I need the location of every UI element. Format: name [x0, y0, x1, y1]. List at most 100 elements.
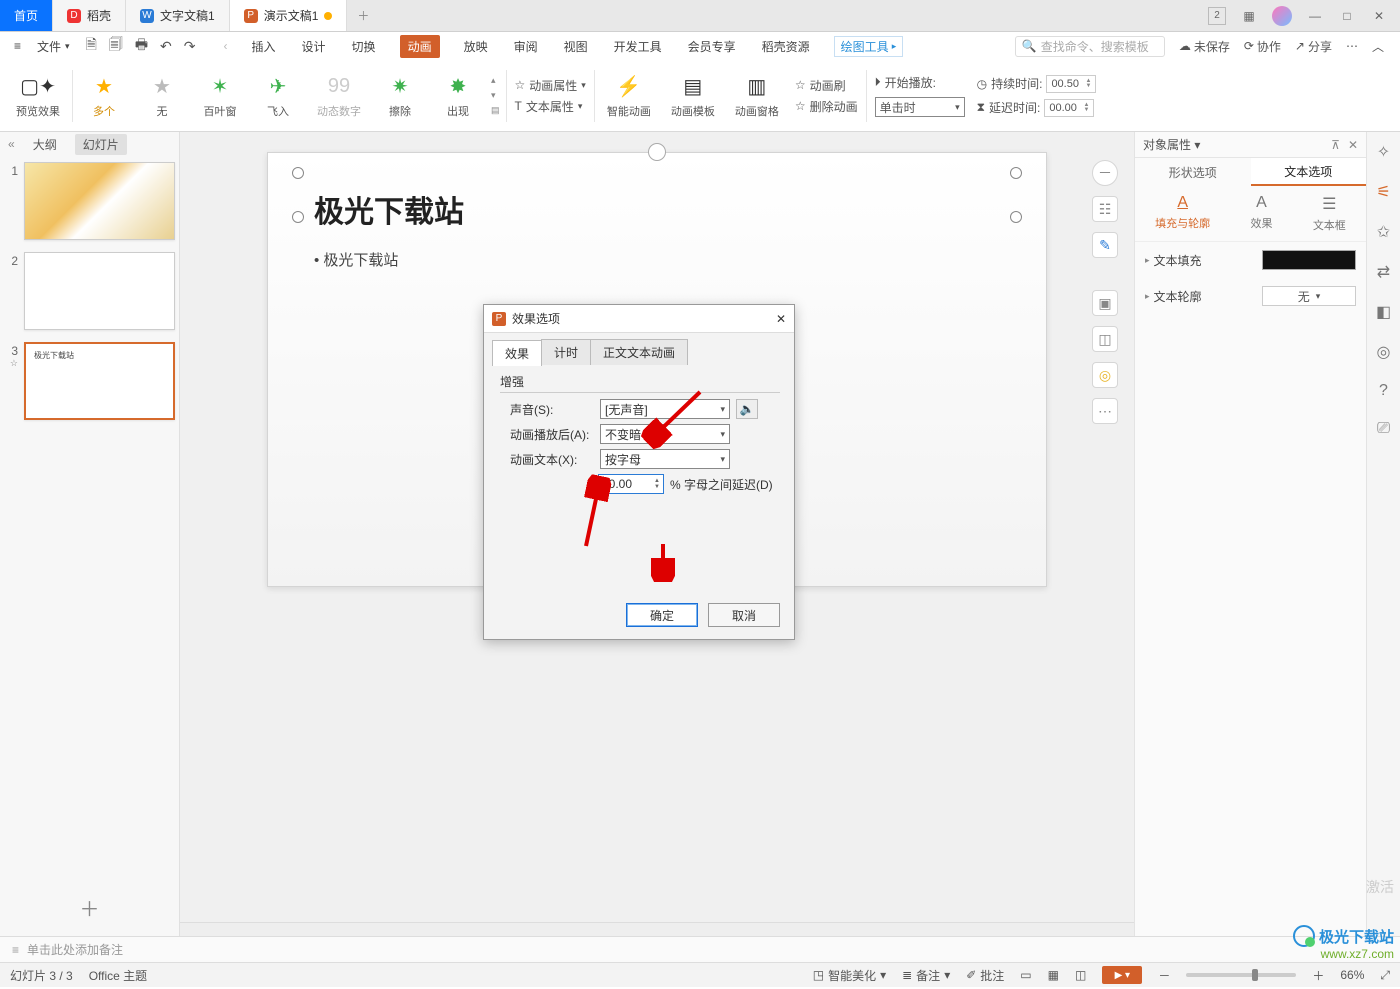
- maximize-button[interactable]: □: [1338, 7, 1356, 25]
- subtab-textbox[interactable]: ☰文本框: [1313, 194, 1346, 233]
- avatar[interactable]: [1272, 6, 1292, 26]
- pen-icon[interactable]: ✎: [1092, 232, 1118, 258]
- ribbon-gallery-more[interactable]: ▴▾▤: [487, 60, 504, 131]
- horizontal-scrollbar[interactable]: [180, 922, 1134, 936]
- strip-palette-icon[interactable]: ◧: [1376, 302, 1391, 322]
- outline-select[interactable]: 无 ▾: [1262, 286, 1356, 306]
- view-sorter-icon[interactable]: ▦: [1048, 968, 1059, 982]
- print-icon[interactable]: 🖶: [135, 34, 148, 58]
- ribbon-preview[interactable]: ▢✦ 预览效果: [6, 60, 70, 131]
- text-outline-row[interactable]: ▸文本轮廓 无 ▾: [1145, 286, 1356, 306]
- subtab-effects[interactable]: A效果: [1250, 194, 1272, 233]
- notes-bar[interactable]: ≡ 单击此处添加备注: [0, 936, 1400, 962]
- strip-star-icon[interactable]: ✩: [1377, 222, 1390, 242]
- ribbon-anim-pane[interactable]: ▥ 动画窗格: [725, 60, 789, 131]
- coop-button[interactable]: ⟳协作: [1244, 38, 1281, 55]
- view-reading-icon[interactable]: ◫: [1075, 968, 1086, 982]
- dlg-tab-effect[interactable]: 效果: [492, 340, 542, 366]
- menu-design[interactable]: 设计: [300, 36, 328, 57]
- anim-painter[interactable]: ☆动画刷: [795, 77, 858, 94]
- slide-bullet[interactable]: 极光下载站: [314, 249, 398, 270]
- ribbon-anim-dynnum[interactable]: 99 动态数字: [307, 60, 371, 131]
- duration-input[interactable]: 00.50▲▼: [1046, 75, 1096, 93]
- tab-word-doc[interactable]: W 文字文稿1: [126, 0, 230, 31]
- view-normal-icon[interactable]: ▭: [1020, 968, 1031, 982]
- menu-dev[interactable]: 开发工具: [612, 36, 664, 57]
- unsaved-indicator[interactable]: ☁未保存: [1179, 38, 1230, 55]
- redo-icon[interactable]: ↷: [184, 38, 196, 55]
- fit-icon[interactable]: ⤢: [1380, 968, 1390, 983]
- layers-icon[interactable]: ☷: [1092, 196, 1118, 222]
- more-tools-icon[interactable]: ⋯: [1092, 398, 1118, 424]
- thumb-3[interactable]: 极光下载站: [24, 342, 175, 420]
- ribbon-anim-appear[interactable]: ✸ 出现: [429, 60, 487, 131]
- ribbon-anim-wipe[interactable]: ✷ 擦除: [371, 60, 429, 131]
- collapse-ribbon-icon[interactable]: ︿: [1372, 38, 1384, 55]
- menu-resource[interactable]: 稻壳资源: [760, 36, 812, 57]
- ribbon-anim-flyin[interactable]: ✈ 飞入: [249, 60, 307, 131]
- tab-presentation[interactable]: P 演示文稿1: [230, 0, 348, 31]
- badge-icon[interactable]: 2: [1208, 7, 1226, 25]
- thumb-1[interactable]: [24, 162, 175, 240]
- slides-tab[interactable]: 幻灯片: [75, 134, 127, 155]
- pin-icon[interactable]: ⊼: [1331, 138, 1340, 152]
- ribbon-anim-templates[interactable]: ▤ 动画模板: [661, 60, 725, 131]
- tab-shape-options[interactable]: 形状选项: [1135, 158, 1251, 186]
- hamburger-icon[interactable]: ≡: [8, 37, 27, 55]
- menu-view[interactable]: 视图: [562, 36, 590, 57]
- idea-icon[interactable]: ◎: [1092, 362, 1118, 388]
- slide-title[interactable]: 极光下载站: [314, 187, 464, 231]
- print-preview-icon[interactable]: 🗐: [109, 34, 123, 58]
- strip-help-icon[interactable]: ?: [1379, 382, 1388, 400]
- template-icon[interactable]: ▣: [1092, 290, 1118, 316]
- menu-animation[interactable]: 动画: [400, 35, 440, 58]
- zoom-slider[interactable]: [1186, 973, 1296, 977]
- apps-icon[interactable]: ▦: [1240, 7, 1258, 25]
- strip-settings-icon[interactable]: ⚟: [1376, 182, 1390, 202]
- zoom-value[interactable]: 66%: [1340, 968, 1364, 982]
- notes-button[interactable]: ≣备注 ▾: [902, 967, 950, 984]
- minimize-button[interactable]: —: [1306, 7, 1324, 25]
- strip-screen-icon[interactable]: ⎚: [1377, 420, 1390, 438]
- undo-icon[interactable]: ↶: [160, 38, 172, 55]
- text-fill-row[interactable]: ▸文本填充: [1145, 250, 1356, 270]
- share-button[interactable]: ↗分享: [1295, 38, 1332, 55]
- more-menu-icon[interactable]: ⋯: [1346, 39, 1358, 53]
- ribbon-anim-blinds[interactable]: ✶ 百叶窗: [191, 60, 249, 131]
- dlg-tab-text-anim[interactable]: 正文文本动画: [590, 339, 688, 365]
- close-button[interactable]: ✕: [1370, 7, 1388, 25]
- start-trigger-select[interactable]: 单击时▾: [875, 97, 965, 117]
- comments-button[interactable]: ✐批注: [966, 967, 1004, 984]
- menu-drawing-tools[interactable]: 绘图工具▸: [834, 36, 904, 57]
- dialog-close-icon[interactable]: ✕: [776, 312, 786, 326]
- ribbon-anim-multi[interactable]: ★ 多个: [75, 60, 133, 131]
- zoom-out-icon[interactable]: －: [1158, 967, 1170, 984]
- outline-tab[interactable]: 大纲: [33, 136, 57, 153]
- menu-insert[interactable]: 插入: [250, 36, 278, 57]
- fill-color-swatch[interactable]: [1262, 250, 1356, 270]
- anim-delete[interactable]: ☆删除动画: [795, 98, 858, 115]
- file-menu[interactable]: 文件▾: [31, 36, 76, 57]
- anim-property-dropdown[interactable]: ☆动画属性▾: [515, 77, 586, 94]
- ribbon-smart-anim[interactable]: ⚡ 智能动画: [597, 60, 661, 131]
- nav-prev-icon[interactable]: ‹: [224, 39, 228, 53]
- menu-transition[interactable]: 切换: [350, 36, 378, 57]
- menu-member[interactable]: 会员专享: [686, 36, 738, 57]
- tab-home[interactable]: 首页: [0, 0, 53, 31]
- strip-target-icon[interactable]: ◎: [1377, 342, 1391, 362]
- cancel-button[interactable]: 取消: [708, 603, 780, 627]
- tab-docer[interactable]: D 稻壳: [53, 0, 126, 31]
- menu-review[interactable]: 审阅: [512, 36, 540, 57]
- ribbon-anim-none[interactable]: ★ 无: [133, 60, 191, 131]
- search-input[interactable]: 🔍 查找命令、搜索模板: [1015, 36, 1165, 57]
- panel-collapse-icon[interactable]: «: [8, 137, 15, 151]
- new-tab-button[interactable]: ＋: [347, 0, 379, 31]
- ok-button[interactable]: 确定: [626, 603, 698, 627]
- save-icon[interactable]: 🗎: [86, 34, 97, 58]
- dlg-tab-timing[interactable]: 计时: [541, 339, 591, 365]
- rotate-handle[interactable]: [648, 143, 666, 161]
- delay-input[interactable]: 00.00▲▼: [1044, 99, 1094, 117]
- add-slide-button[interactable]: ＋: [0, 883, 179, 936]
- beautify-button[interactable]: ◳智能美化 ▾: [813, 967, 886, 984]
- close-panel-icon[interactable]: ✕: [1348, 138, 1358, 152]
